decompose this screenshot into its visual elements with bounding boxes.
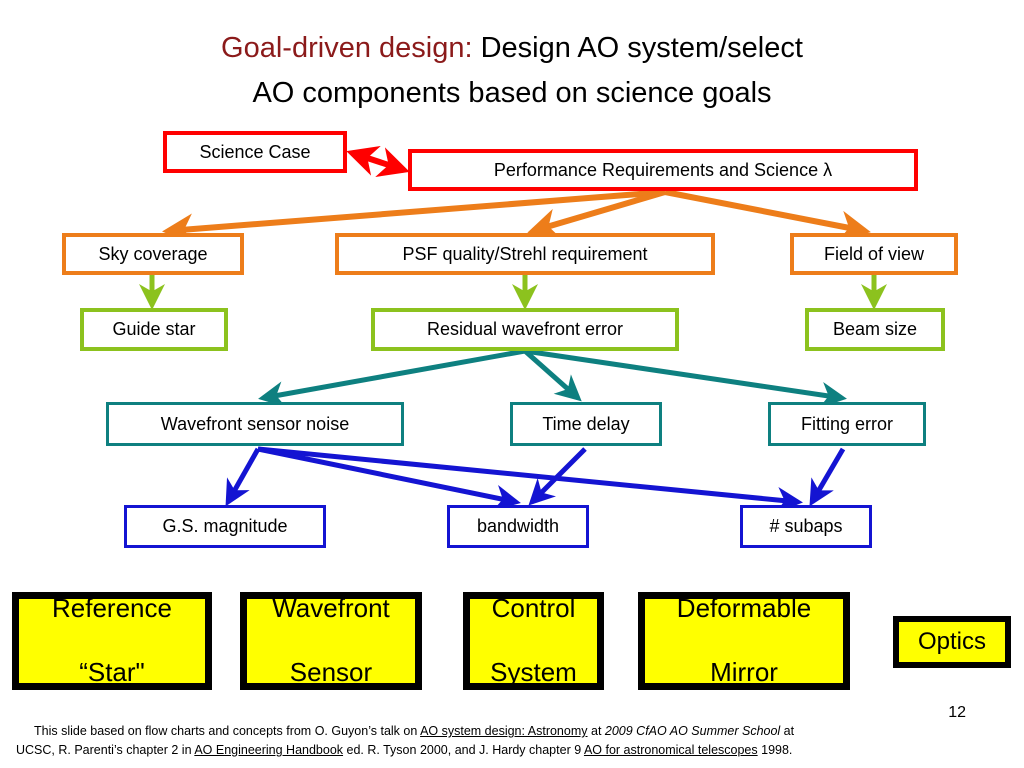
node-num-subaps-label: # subaps (769, 516, 843, 537)
node-bandwidth-label: bandwidth (476, 516, 560, 537)
component-control-system-line2: System (490, 656, 577, 687)
footnote-line2-a: UCSC, R. Parenti’s chapter 2 in (16, 742, 195, 757)
edge-performance-to-psf-quality (527, 189, 666, 239)
component-control-system-line1: Control (491, 593, 576, 624)
edge-wfs-noise-to-num-subaps (257, 446, 803, 513)
footnote-line1-b: at (587, 724, 605, 738)
edge-performance-to-field-of-view (664, 189, 871, 242)
node-performance-requirements-label: Performance Requirements and Science λ (493, 159, 833, 180)
node-beam-size[interactable]: Beam size (805, 308, 945, 351)
node-field-of-view-label: Field of view (823, 243, 925, 264)
component-optics-line1: Optics (917, 628, 986, 656)
component-control-system[interactable]: Control System (463, 592, 604, 690)
node-psf-quality[interactable]: PSF quality/Strehl requirement (335, 233, 715, 275)
footnote-line2-c: 1998. (757, 742, 793, 757)
node-gs-magnitude[interactable]: G.S. magnitude (124, 505, 326, 548)
component-deformable-mirror[interactable]: Deformable Mirror (638, 592, 850, 690)
footnote: This slide based on flow charts and conc… (16, 722, 916, 760)
footnote-line1-italic: 2009 CfAO AO Summer School (604, 724, 781, 738)
node-wavefront-sensor-noise[interactable]: Wavefront sensor noise (106, 402, 404, 446)
edge-performance-to-sky-coverage (162, 189, 666, 245)
component-wavefront-sensor-line2: Sensor (289, 656, 373, 687)
footnote-line2-link2[interactable]: AO for astronomical telescopes (584, 743, 758, 757)
edge-time-delay-to-bandwidth (528, 447, 587, 506)
component-wavefront-sensor[interactable]: Wavefront Sensor (240, 592, 422, 690)
edge-fitting-error-to-num-subaps (809, 447, 846, 507)
footnote-line1-c: at (780, 724, 795, 738)
node-beam-size-label: Beam size (832, 319, 918, 340)
component-wavefront-sensor-line1: Wavefront (272, 593, 390, 624)
node-wavefront-sensor-noise-label: Wavefront sensor noise (160, 413, 350, 434)
node-fitting-error[interactable]: Fitting error (768, 402, 926, 446)
page-number: 12 (948, 704, 966, 721)
node-sky-coverage[interactable]: Sky coverage (62, 233, 244, 275)
edge-performance-to-science-case (346, 146, 410, 177)
node-performance-requirements[interactable]: Performance Requirements and Science λ (408, 149, 918, 191)
component-reference-star-line2: “Star" (79, 656, 145, 687)
component-deformable-mirror-line1: Deformable (676, 593, 812, 624)
component-optics[interactable]: Optics (893, 616, 1011, 668)
node-bandwidth[interactable]: bandwidth (447, 505, 589, 548)
node-residual-wavefront-error[interactable]: Residual wavefront error (371, 308, 679, 351)
node-time-delay[interactable]: Time delay (510, 402, 662, 446)
edge-residual-error-to-wfs-noise (258, 348, 526, 408)
node-residual-wavefront-error-label: Residual wavefront error (426, 319, 624, 340)
node-fitting-error-label: Fitting error (800, 413, 894, 434)
node-sky-coverage-label: Sky coverage (98, 243, 208, 264)
edge-residual-error-to-time-delay (523, 349, 582, 402)
edge-wfs-noise-to-bandwidth (257, 446, 521, 511)
node-num-subaps[interactable]: # subaps (740, 505, 872, 548)
node-science-case-label: Science Case (199, 141, 311, 162)
footnote-line1-a: This slide based on flow charts and conc… (34, 724, 421, 738)
component-reference-star-line1: Reference (52, 593, 172, 624)
edge-residual-error-to-fitting-error (524, 348, 847, 408)
node-science-case[interactable]: Science Case (163, 131, 347, 173)
footnote-line2-b: ed. R. Tyson 2000, and J. Hardy chapter … (343, 742, 584, 757)
node-gs-magnitude-label: G.S. magnitude (162, 516, 288, 537)
edge-wfs-noise-to-gs-magnitude (225, 447, 261, 507)
node-guide-star-label: Guide star (112, 319, 196, 340)
node-guide-star[interactable]: Guide star (80, 308, 228, 351)
node-time-delay-label: Time delay (542, 413, 630, 434)
component-reference-star[interactable]: Reference “Star" (12, 592, 212, 690)
footnote-line1-link[interactable]: AO system design: Astronomy (420, 724, 587, 738)
component-deformable-mirror-line2: Mirror (710, 656, 778, 687)
footnote-line2-link[interactable]: AO Engineering Handbook (194, 743, 343, 757)
node-field-of-view[interactable]: Field of view (790, 233, 958, 275)
node-psf-quality-label: PSF quality/Strehl requirement (402, 243, 648, 264)
